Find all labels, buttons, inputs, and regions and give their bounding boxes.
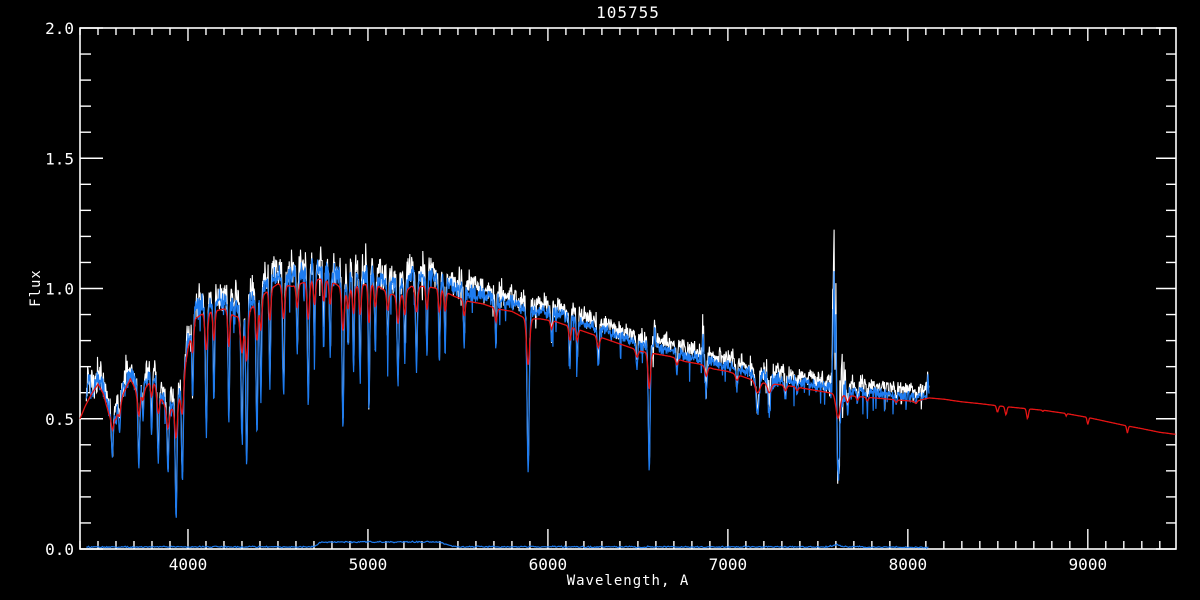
x-tick-label: 6000 [529,555,568,574]
y-tick-label: 2.0 [45,19,74,38]
x-tick-label: 8000 [889,555,928,574]
x-axis-label: Wavelength, A [567,573,690,589]
y-tick-label: 0.5 [45,410,74,429]
y-tick-label: 1.5 [45,149,74,168]
x-tick-label: 5000 [349,555,388,574]
x-tick-label: 9000 [1069,555,1108,574]
plot-axes [79,27,1177,550]
model-spectrum-line [79,278,1176,440]
y-axis-label: Flux [28,269,44,307]
error-spectrum-line [86,540,929,549]
spectral-plot-window: 4000 5000 6000 7000 8000 9000 0.0 0.5 1.0 1.5 2.0 … [0,0,1200,600]
x-tick-label: 7000 [709,555,748,574]
plot-title: 105755 [596,3,660,22]
plot-frame [79,27,1177,550]
y-tick-label: 1.0 [45,280,74,299]
y-tick-label: 0.0 [45,540,74,559]
spectrum-chart: 4000 5000 6000 7000 8000 90000.00.51.01.52.0 … [28,3,1177,589]
x-tick-label: 4000 [169,555,208,574]
tick-labels: 4000 5000 6000 7000 8000 9000 0.0 0.5 1.0 1.5 2.0 [45,19,1107,574]
